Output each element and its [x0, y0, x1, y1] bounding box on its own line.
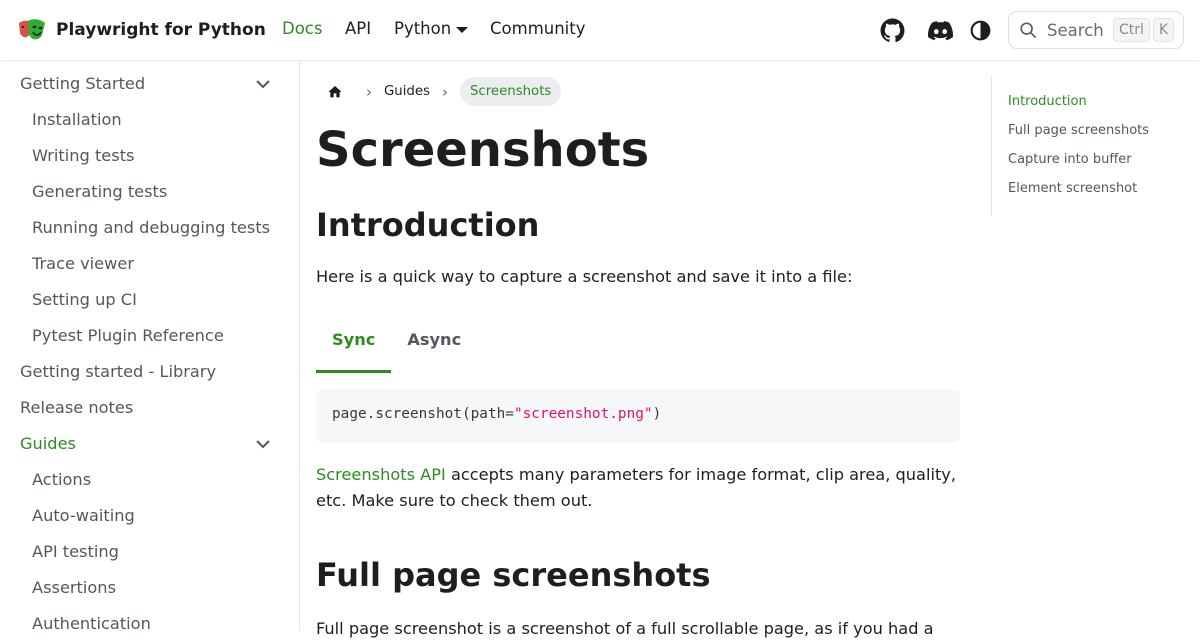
page-title: Screenshots	[316, 122, 650, 178]
sidebar-item-generating-tests[interactable]: Generating tests	[32, 182, 167, 201]
sidebar-item-trace-viewer[interactable]: Trace viewer	[32, 254, 134, 273]
sidebar-item-pytest-plugin[interactable]: Pytest Plugin Reference	[32, 326, 224, 345]
heading-introduction: Introduction	[316, 206, 540, 244]
home-icon	[328, 85, 342, 97]
sidebar-item-api-testing[interactable]: API testing	[32, 542, 119, 561]
sidebar-item-guides[interactable]: Guides	[20, 434, 76, 453]
search-button[interactable]: Search Ctrl K	[1008, 11, 1184, 49]
code-string: "screenshot.png"	[513, 406, 653, 422]
sidebar-item-actions[interactable]: Actions	[32, 470, 91, 489]
breadcrumb: › Guides › Screenshots	[316, 76, 562, 107]
sidebar-item-setting-up-ci[interactable]: Setting up CI	[32, 290, 137, 309]
chevron-down-icon[interactable]	[254, 78, 272, 90]
shortcut-key-ctrl: Ctrl	[1113, 18, 1150, 42]
shortcut-key-k: K	[1153, 18, 1175, 42]
api-paragraph: Screenshots API accepts many parameters …	[316, 462, 960, 514]
screenshots-api-link[interactable]: Screenshots API	[316, 465, 446, 484]
sidebar-item-getting-started[interactable]: Getting Started	[20, 74, 145, 93]
nav-link-api[interactable]: API	[345, 19, 371, 38]
breadcrumb-home[interactable]	[316, 76, 354, 107]
fullpage-paragraph: Full page screenshot is a screenshot of …	[316, 619, 934, 638]
brand-title: Playwright for Python	[56, 20, 266, 40]
table-of-contents: Introduction Full page screenshots Captu…	[991, 76, 1191, 216]
toc-item-full-page[interactable]: Full page screenshots	[1008, 123, 1149, 138]
sidebar-item-assertions[interactable]: Assertions	[32, 578, 116, 597]
search-label: Search	[1047, 20, 1104, 40]
chevron-down-icon[interactable]	[254, 438, 272, 450]
brand-link[interactable]: Playwright for Python	[17, 17, 266, 43]
toc-item-element-screenshot[interactable]: Element screenshot	[1008, 181, 1137, 196]
nav-link-docs[interactable]: Docs	[282, 19, 322, 38]
nav-dropdown-python[interactable]: Python	[394, 19, 469, 38]
code-call: page.screenshot(path	[332, 406, 506, 422]
search-icon	[1020, 22, 1037, 39]
sidebar-item-installation[interactable]: Installation	[32, 110, 122, 129]
theme-toggle-icon[interactable]	[968, 18, 993, 43]
nav-link-community[interactable]: Community	[490, 19, 586, 38]
nav-dropdown-python-label: Python	[394, 19, 452, 38]
docs-sidebar: Getting Started Installation Writing tes…	[0, 60, 300, 630]
sidebar-item-authentication[interactable]: Authentication	[32, 614, 151, 630]
discord-icon[interactable]	[928, 18, 953, 43]
sidebar-item-writing-tests[interactable]: Writing tests	[32, 146, 134, 165]
tab-async[interactable]: Async	[391, 320, 477, 373]
heading-full-page-screenshots: Full page screenshots	[316, 556, 711, 594]
breadcrumb-separator: ›	[366, 82, 372, 101]
breadcrumb-guides[interactable]: Guides	[384, 84, 430, 99]
code-close: )	[652, 406, 662, 422]
caret-down-icon	[456, 26, 469, 33]
main-content: › Guides › Screenshots Screenshots Intro…	[316, 60, 960, 638]
breadcrumb-current: Screenshots	[459, 77, 562, 106]
sidebar-item-getting-started-library[interactable]: Getting started - Library	[20, 362, 216, 381]
toc-item-introduction[interactable]: Introduction	[1008, 94, 1087, 109]
github-icon[interactable]	[880, 18, 905, 43]
code-block: page.screenshot(path="screenshot.png")	[316, 389, 960, 443]
toc-item-capture-buffer[interactable]: Capture into buffer	[1008, 152, 1132, 167]
sidebar-item-auto-waiting[interactable]: Auto-waiting	[32, 506, 135, 525]
sidebar-item-release-notes[interactable]: Release notes	[20, 398, 133, 417]
code-operator: =	[505, 406, 514, 422]
sidebar-item-running-debugging[interactable]: Running and debugging tests	[32, 218, 270, 237]
playwright-logo-icon	[19, 19, 45, 40]
breadcrumb-separator: ›	[441, 82, 448, 101]
intro-paragraph: Here is a quick way to capture a screens…	[316, 267, 853, 286]
top-navbar: Playwright for Python Docs API Python Co…	[0, 0, 1200, 60]
code-tabs: Sync Async	[316, 320, 477, 373]
tab-sync[interactable]: Sync	[316, 320, 392, 373]
